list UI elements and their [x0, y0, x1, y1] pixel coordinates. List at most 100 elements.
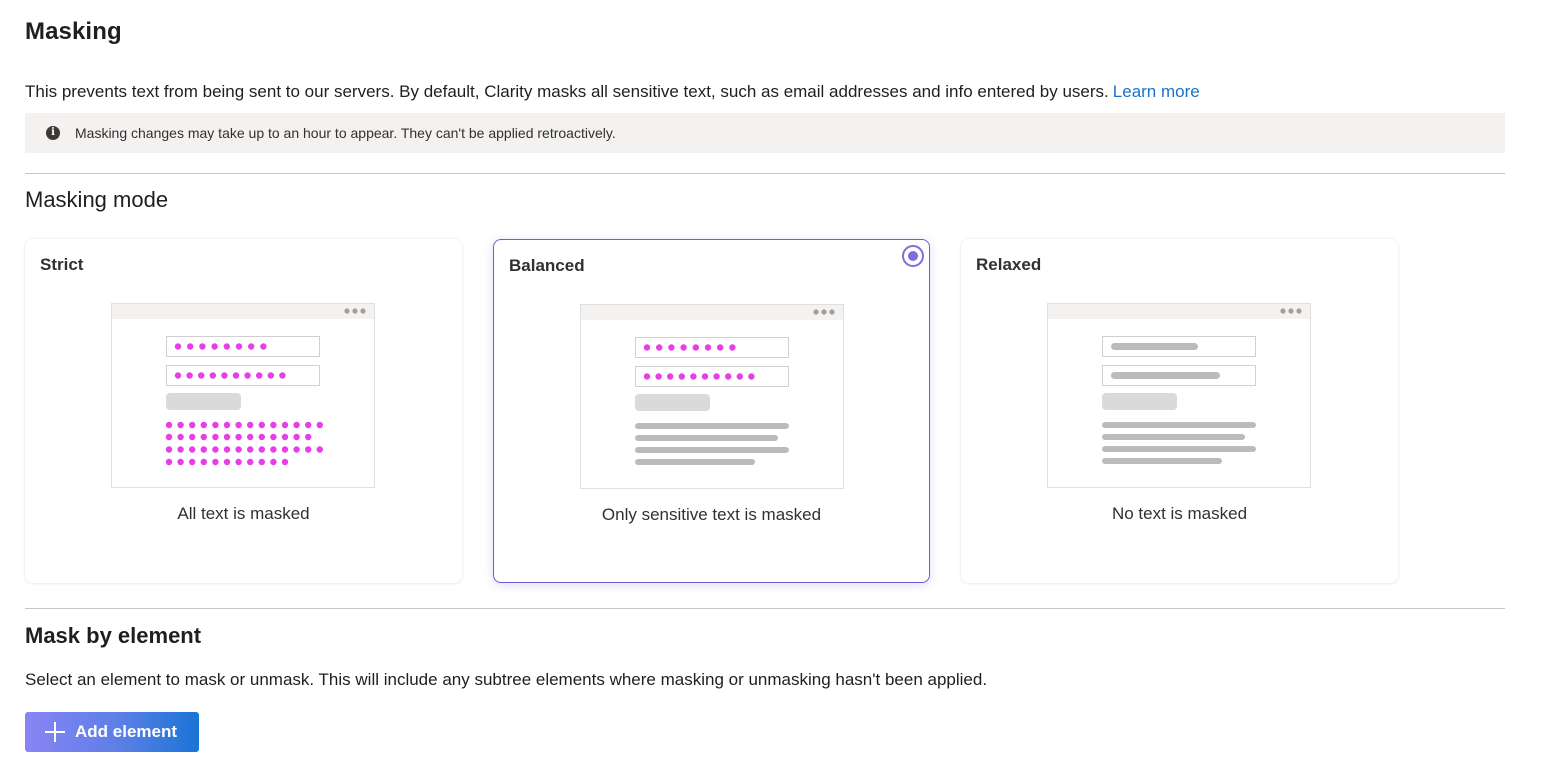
masking-mode-card-label: Relaxed — [976, 255, 1042, 274]
mask-dot — [258, 458, 265, 466]
mask-dot — [713, 373, 720, 380]
mask-dot — [165, 458, 173, 466]
mask-dot — [281, 421, 289, 429]
mask-dot — [293, 421, 300, 429]
mask-dot — [177, 458, 184, 466]
mask-dot — [248, 343, 255, 350]
masking-mode-card-caption: All text is masked — [177, 504, 310, 523]
mask-dot — [212, 458, 219, 466]
mask-by-element-title: Mask by element — [25, 623, 202, 648]
mask-dot — [235, 433, 242, 441]
mask-dot — [223, 421, 231, 429]
mask-dot — [270, 421, 277, 429]
mask-dot — [247, 446, 254, 453]
mask-dot — [189, 458, 196, 466]
mask-dot — [643, 344, 651, 351]
mask-dot — [174, 372, 182, 379]
plus-icon — [45, 722, 65, 742]
mask-dot — [221, 372, 228, 379]
mask-dot — [279, 372, 286, 379]
mask-dot — [729, 344, 736, 351]
mask-dot — [293, 446, 300, 453]
mask-dot — [267, 372, 274, 379]
mask-dot — [177, 446, 184, 453]
mask-dot — [704, 344, 712, 351]
mask-dot — [232, 372, 240, 379]
mask-dot — [247, 458, 254, 466]
mask-dot — [174, 343, 182, 350]
relaxed-preview-illustration — [1047, 303, 1311, 488]
mask-dot — [165, 446, 173, 453]
mask-dot — [244, 372, 251, 379]
mask-dot — [211, 343, 218, 350]
mask-dot — [725, 373, 732, 380]
mask-dot — [305, 446, 312, 453]
masking-description: This prevents text from being sent to ou… — [25, 82, 1200, 102]
info-banner: i Masking changes may take up to an hour… — [25, 113, 1505, 153]
add-element-button[interactable]: Add element — [25, 712, 199, 752]
mask-dot — [187, 343, 194, 350]
mask-dot — [223, 433, 231, 441]
info-banner-text: Masking changes may take up to an hour t… — [75, 125, 616, 141]
mask-dot — [212, 446, 219, 453]
mask-dot — [667, 373, 674, 380]
add-element-label: Add element — [75, 722, 178, 741]
mask-dot — [200, 421, 207, 429]
masking-mode-card-balanced[interactable]: Balanced Only sensitive text is masked — [493, 239, 930, 583]
mask-dot — [189, 433, 196, 441]
mask-dot — [223, 446, 231, 453]
mask-dot — [186, 372, 193, 379]
mask-dot — [668, 344, 675, 351]
mask-dot — [655, 373, 662, 380]
masking-mode-card-relaxed[interactable]: Relaxed No text is masked — [961, 239, 1398, 583]
mask-dot — [177, 421, 184, 429]
masking-mode-card-caption: No text is masked — [1111, 504, 1248, 523]
mask-dot — [717, 344, 724, 351]
masking-mode-card-caption: Only sensitive text is masked — [601, 505, 822, 524]
selected-radio-icon[interactable] — [902, 245, 924, 267]
mask-dot — [270, 446, 277, 453]
mask-dot — [260, 343, 267, 350]
mask-dot — [281, 433, 289, 441]
section-divider — [25, 173, 1505, 174]
mask-dot — [235, 343, 243, 350]
mask-dot — [256, 372, 263, 379]
masking-description-text: This prevents text from being sent to ou… — [25, 82, 1109, 101]
mask-dot — [305, 421, 312, 429]
learn-more-link[interactable]: Learn more — [1113, 82, 1200, 101]
mask-by-element-description: Select an element to mask or unmask. Thi… — [25, 670, 988, 689]
masking-settings-page: Masking This prevents text from being se… — [0, 0, 1551, 775]
mask-dot — [209, 372, 216, 379]
mask-dot — [270, 433, 277, 441]
mask-dot — [281, 446, 289, 453]
section-divider — [25, 608, 1505, 609]
mask-dot — [680, 344, 687, 351]
mask-dot — [316, 421, 323, 429]
mask-dot — [678, 373, 685, 380]
mask-dot — [165, 433, 173, 441]
mask-dot — [247, 433, 254, 441]
strict-preview-illustration — [111, 303, 375, 488]
mask-dot — [212, 421, 219, 429]
mask-dot — [165, 421, 173, 429]
mask-dot — [212, 433, 219, 441]
mask-dot — [189, 421, 196, 429]
mask-dot — [748, 373, 755, 380]
mask-dot — [270, 458, 277, 466]
mask-dot — [235, 421, 242, 429]
mask-dot — [736, 373, 743, 380]
masking-mode-card-label: Balanced — [509, 256, 585, 275]
mask-dot — [200, 446, 207, 453]
page-title: Masking — [25, 18, 122, 45]
mask-dot — [701, 373, 709, 380]
masking-mode-card-strict[interactable]: Strict All text is masked — [25, 239, 462, 583]
mask-dot — [177, 433, 184, 441]
mask-dot — [223, 458, 231, 466]
mask-dot — [199, 343, 206, 350]
mask-dot — [200, 458, 207, 466]
mask-dot — [198, 372, 205, 379]
masking-mode-title: Masking mode — [25, 187, 169, 212]
mask-dot — [223, 343, 230, 350]
mask-dot — [247, 421, 254, 429]
mask-dot — [690, 373, 697, 380]
